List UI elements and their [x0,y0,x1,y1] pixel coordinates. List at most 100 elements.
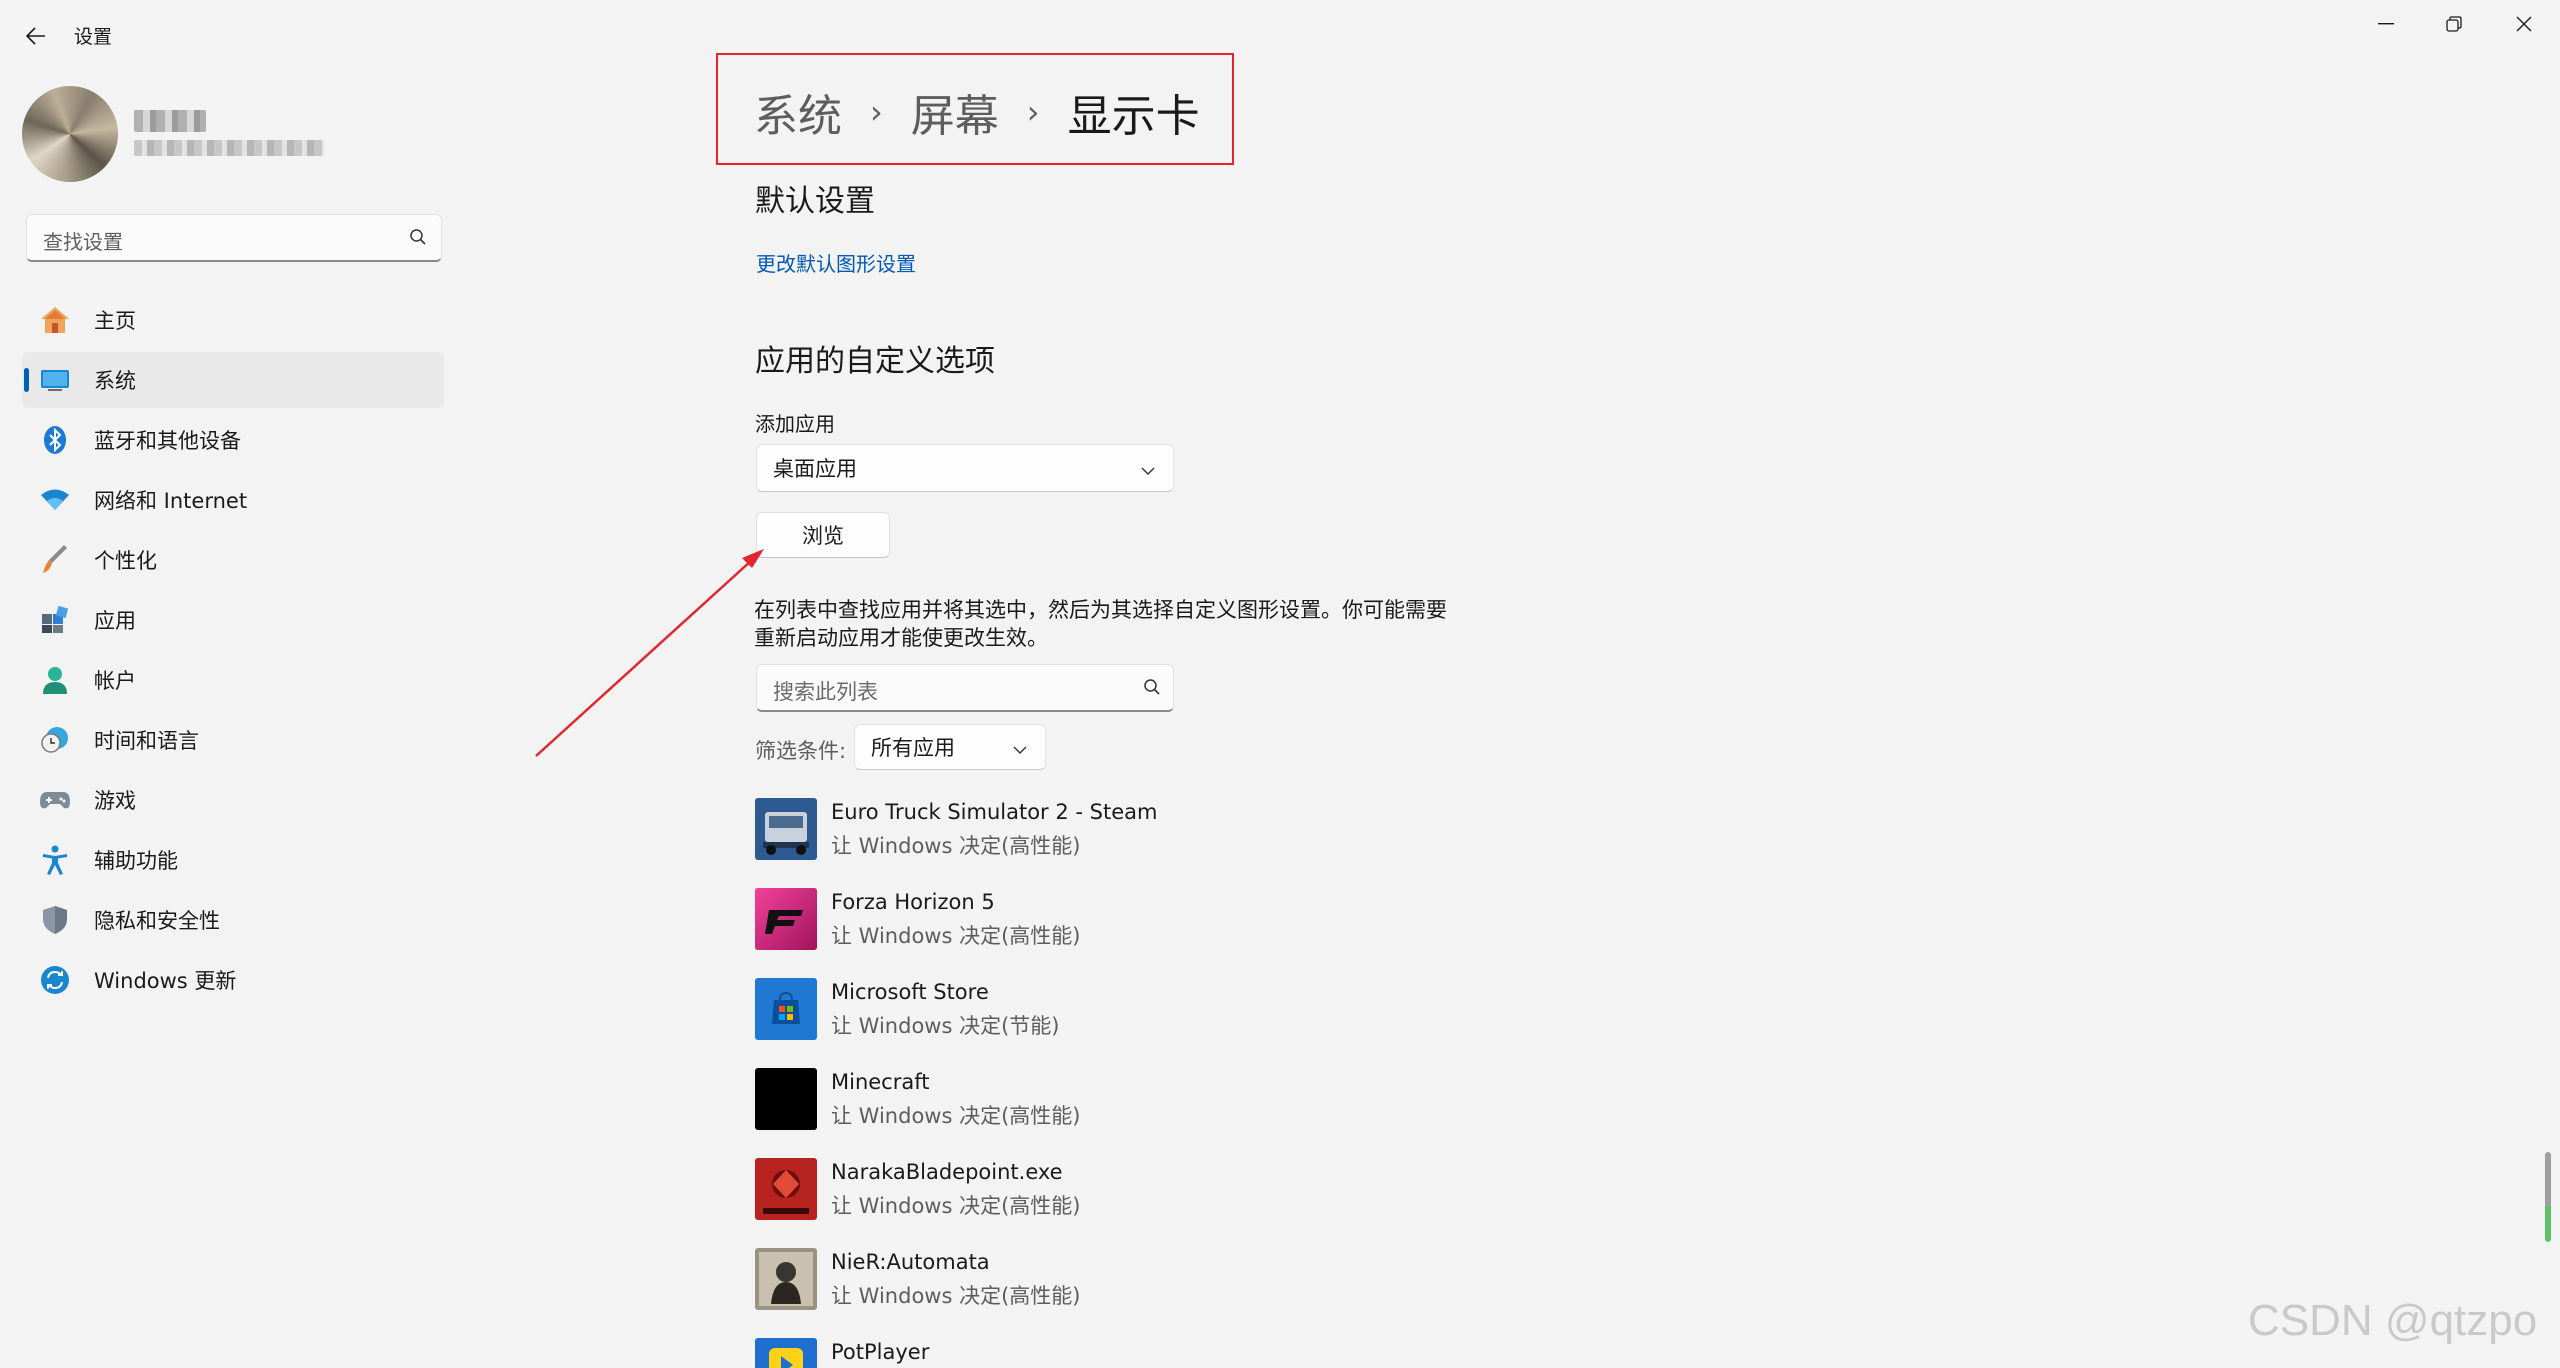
truck-icon [755,798,817,860]
app-name: Microsoft Store [831,980,989,1004]
list-item[interactable]: Euro Truck Simulator 2 - Steam 让 Windows… [755,798,1455,862]
accessibility-icon [38,843,72,877]
chevron-right-icon: › [1026,93,1040,131]
restore-button[interactable] [2424,6,2484,42]
filter-selected: 所有应用 [871,736,955,760]
breadcrumb-item-display[interactable]: 屏幕 [911,80,999,144]
sidebar-item-label: 帐户 [94,669,136,693]
close-icon [2516,16,2532,32]
sidebar-item-label: 网络和 Internet [94,489,248,513]
naraka-icon [755,1158,817,1220]
clock-globe-icon [38,723,72,757]
user-name-blurred [134,110,206,132]
app-name: NieR:Automata [831,1250,990,1274]
custom-options-heading: 应用的自定义选项 [755,344,995,379]
avatar[interactable] [22,86,118,182]
user-email-blurred [134,140,324,156]
bluetooth-icon [38,423,72,457]
search-icon[interactable] [409,228,427,250]
app-gpu-preference: 让 Windows 决定(高性能) [831,834,1081,858]
sidebar-item-accounts[interactable]: 帐户 [22,652,444,708]
sidebar-item-label: 游戏 [94,789,136,813]
gamepad-icon [38,783,72,817]
list-item[interactable]: NieR:Automata 让 Windows 决定(高性能) [755,1248,1455,1312]
list-item[interactable]: NarakaBladepoint.exe 让 Windows 决定(高性能) [755,1158,1455,1222]
nier-icon [755,1248,817,1310]
change-default-graphics-link[interactable]: 更改默认图形设置 [756,248,916,277]
back-arrow-icon [26,27,45,45]
minimize-icon [2378,23,2394,25]
breadcrumb-item-system[interactable]: 系统 [754,80,842,144]
potplayer-icon [755,1338,817,1368]
update-icon [38,963,72,997]
sidebar-item-gaming[interactable]: 游戏 [22,772,444,828]
sidebar-item-label: Windows 更新 [94,969,237,993]
chevron-right-icon: › [870,93,883,131]
home-icon [38,303,72,337]
back-button[interactable] [18,20,54,52]
brush-icon [38,543,72,577]
sidebar-item-label: 蓝牙和其他设备 [94,429,241,453]
breadcrumb: 系统 › 屏幕 › 显示卡 [754,80,1200,144]
sidebar-item-time-language[interactable]: 时间和语言 [22,712,444,768]
app-name: NarakaBladepoint.exe [831,1160,1063,1184]
shield-icon [38,903,72,937]
browse-button[interactable]: 浏览 [756,512,890,558]
app-gpu-preference: 让 Windows 决定(高性能) [831,1284,1081,1308]
sidebar-item-home[interactable]: 主页 [22,292,444,348]
app-name: Minecraft [831,1070,930,1094]
watermark: CSDN @qtzpo [2248,1296,2538,1345]
filter-dropdown[interactable]: 所有应用 [854,724,1046,770]
sidebar-item-label: 隐私和安全性 [94,909,220,933]
sidebar-item-accessibility[interactable]: 辅助功能 [22,832,444,888]
sidebar-item-windows-update[interactable]: Windows 更新 [22,952,444,1008]
minimize-button[interactable] [2356,6,2416,42]
sidebar-item-label: 系统 [94,369,136,393]
sidebar-item-label: 辅助功能 [94,849,178,873]
app-gpu-preference: 让 Windows 决定(节能) [831,1014,1060,1038]
sidebar-item-bluetooth[interactable]: 蓝牙和其他设备 [22,412,444,468]
wifi-icon [38,483,72,517]
app-gpu-preference: 让 Windows 决定(高性能) [831,1194,1081,1218]
sidebar-item-personalization[interactable]: 个性化 [22,532,444,588]
sidebar-item-label: 主页 [94,309,136,333]
sidebar-item-privacy[interactable]: 隐私和安全性 [22,892,444,948]
search-icon[interactable] [1143,678,1161,700]
chevron-down-icon [1141,456,1155,480]
add-app-label: 添加应用 [755,412,835,436]
app-gpu-preference: 让 Windows 决定(高性能) [831,1104,1081,1128]
app-name: Forza Horizon 5 [831,890,995,914]
app-name: Euro Truck Simulator 2 - Steam [831,800,1158,824]
chevron-down-icon [1013,735,1027,759]
list-item[interactable]: PotPlayer [755,1338,1455,1368]
app-type-dropdown[interactable]: 桌面应用 [756,444,1174,492]
list-item[interactable]: Microsoft Store 让 Windows 决定(节能) [755,978,1455,1042]
settings-search-input[interactable]: 查找设置 [26,214,442,262]
filter-label: 筛选条件: [755,739,847,763]
sidebar-item-label: 应用 [94,609,136,633]
list-search-input[interactable]: 搜索此列表 [756,664,1174,712]
app-type-selected: 桌面应用 [773,457,857,481]
account-icon [38,663,72,697]
sidebar-item-label: 时间和语言 [94,729,199,753]
default-settings-heading: 默认设置 [755,184,875,219]
sidebar-item-network[interactable]: 网络和 Internet [22,472,444,528]
list-item[interactable]: Minecraft 让 Windows 决定(高性能) [755,1068,1455,1132]
forza-icon [755,888,817,950]
instruction-text: 在列表中查找应用并将其选中，然后为其选择自定义图形设置。你可能需要重新启动应用才… [754,598,1447,650]
app-gpu-preference: 让 Windows 决定(高性能) [831,924,1081,948]
sidebar-item-system[interactable]: 系统 [22,352,444,408]
close-button[interactable] [2494,6,2554,42]
search-placeholder: 查找设置 [43,230,123,254]
app-name: PotPlayer [831,1340,930,1364]
sidebar-item-apps[interactable]: 应用 [22,592,444,648]
page-title: 显示卡 [1067,91,1200,142]
scrollbar[interactable] [2545,1152,2551,1242]
monitor-icon [38,363,72,397]
store-icon [755,978,817,1040]
minecraft-icon [755,1068,817,1130]
sidebar-item-label: 个性化 [94,549,157,573]
app-title: 设置 [74,26,113,48]
restore-icon [2446,16,2462,32]
list-item[interactable]: Forza Horizon 5 让 Windows 决定(高性能) [755,888,1455,952]
